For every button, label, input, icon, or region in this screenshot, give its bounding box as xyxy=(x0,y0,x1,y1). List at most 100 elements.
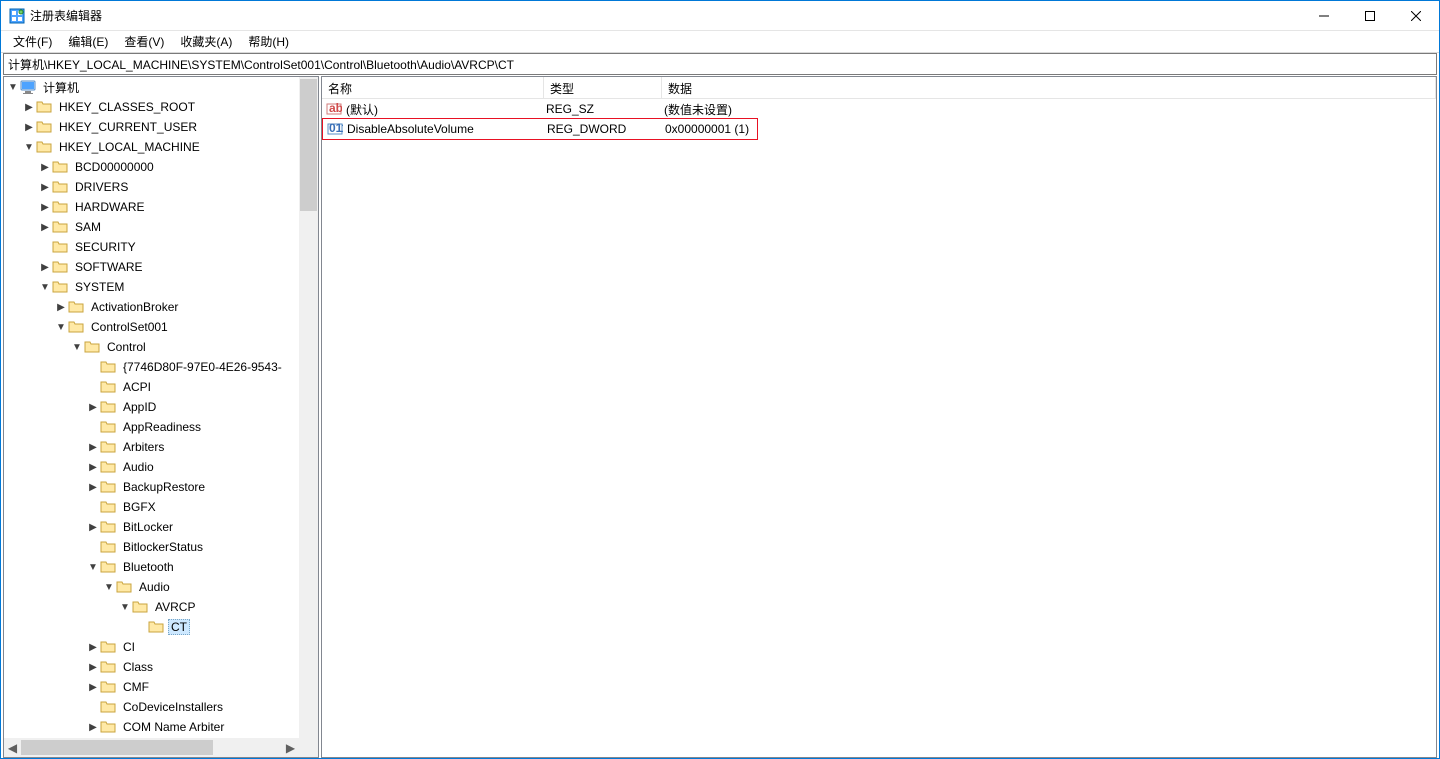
menu-view[interactable]: 查看(V) xyxy=(116,31,172,52)
tree-node[interactable]: ▶BitLocker xyxy=(4,517,299,537)
column-name[interactable]: 名称 xyxy=(322,77,544,98)
tree-node[interactable]: ▶CoDeviceInstallers xyxy=(4,697,299,717)
column-data[interactable]: 数据 xyxy=(662,77,1436,98)
svg-text:011: 011 xyxy=(329,121,343,135)
expand-icon[interactable]: ▶ xyxy=(86,522,100,533)
tree-node[interactable]: ▶SECURITY xyxy=(4,237,299,257)
tree-node[interactable]: ▶BCD00000000 xyxy=(4,157,299,177)
menu-file[interactable]: 文件(F) xyxy=(5,31,60,52)
tree-node-control[interactable]: ▼Control xyxy=(4,337,299,357)
scrollbar-corner xyxy=(299,738,318,757)
tree-node[interactable]: ▶ActivationBroker xyxy=(4,297,299,317)
expand-icon[interactable]: ▶ xyxy=(86,462,100,473)
tree-node[interactable]: ▶BitlockerStatus xyxy=(4,537,299,557)
expand-icon[interactable]: ▶ xyxy=(38,182,52,193)
tree-node[interactable]: ▶{7746D80F-97E0-4E26-9543- xyxy=(4,357,299,377)
scroll-left-button[interactable]: ◀ xyxy=(4,739,21,756)
tree-node-hklm[interactable]: ▼HKEY_LOCAL_MACHINE xyxy=(4,137,299,157)
expand-icon[interactable]: ▼ xyxy=(38,282,52,293)
expand-icon[interactable]: ▶ xyxy=(54,302,68,313)
expand-icon[interactable]: ▶ xyxy=(38,202,52,213)
tree-node[interactable]: ▶CI xyxy=(4,637,299,657)
expand-icon[interactable]: ▶ xyxy=(86,402,100,413)
folder-icon xyxy=(100,659,116,675)
tree-node-hkcr[interactable]: ▶HKEY_CLASSES_ROOT xyxy=(4,97,299,117)
minimize-button[interactable] xyxy=(1301,1,1347,30)
horizontal-scrollbar[interactable]: ◀ ▶ xyxy=(4,738,299,757)
expand-icon[interactable]: ▶ xyxy=(86,662,100,673)
folder-icon xyxy=(84,339,100,355)
expand-icon[interactable]: ▼ xyxy=(70,342,84,353)
tree-node-hkcu[interactable]: ▶HKEY_CURRENT_USER xyxy=(4,117,299,137)
title-bar: 注册表编辑器 xyxy=(1,1,1439,31)
column-type[interactable]: 类型 xyxy=(544,77,662,98)
string-value-icon: ab xyxy=(326,101,344,117)
tree-node[interactable]: ▶COM Name Arbiter xyxy=(4,717,299,737)
folder-icon xyxy=(52,239,68,255)
tree-node[interactable]: ▶Arbiters xyxy=(4,437,299,457)
tree-node-computer[interactable]: ▼ 计算机 xyxy=(4,77,299,97)
expand-icon[interactable]: ▼ xyxy=(86,562,100,573)
expand-icon[interactable]: ▶ xyxy=(86,442,100,453)
tree-node-bluetooth[interactable]: ▼Bluetooth xyxy=(4,557,299,577)
folder-icon xyxy=(100,519,116,535)
folder-icon xyxy=(100,359,116,375)
folder-icon xyxy=(100,499,116,515)
value-row-default[interactable]: ab (默认) REG_SZ (数值未设置) xyxy=(322,99,1436,119)
tree-node[interactable]: ▶SAM xyxy=(4,217,299,237)
tree-node-bt-audio[interactable]: ▼Audio xyxy=(4,577,299,597)
tree-node-system[interactable]: ▼SYSTEM xyxy=(4,277,299,297)
expand-icon[interactable]: ▼ xyxy=(118,602,132,613)
expand-icon[interactable]: ▶ xyxy=(22,102,36,113)
scrollbar-thumb[interactable] xyxy=(21,740,213,755)
expand-icon[interactable]: ▶ xyxy=(38,162,52,173)
scrollbar-thumb[interactable] xyxy=(300,79,317,211)
tree-node[interactable]: ▶BGFX xyxy=(4,497,299,517)
tree-view[interactable]: ▼ 计算机 ▶HKEY_CLASSES_ROOT ▶HKEY_CURRENT_U… xyxy=(4,77,318,757)
scroll-right-button[interactable]: ▶ xyxy=(282,739,299,756)
expand-icon[interactable]: ▼ xyxy=(54,322,68,333)
expand-icon[interactable]: ▼ xyxy=(22,142,36,153)
folder-icon xyxy=(36,119,52,135)
folder-icon xyxy=(100,459,116,475)
address-bar[interactable]: 计算机\HKEY_LOCAL_MACHINE\SYSTEM\ControlSet… xyxy=(3,53,1437,75)
tree-node[interactable]: ▶AppID xyxy=(4,397,299,417)
value-row-disableabsolutevolume[interactable]: 011 DisableAbsoluteVolume REG_DWORD 0x00… xyxy=(323,119,757,139)
menu-favorites[interactable]: 收藏夹(A) xyxy=(172,31,240,52)
tree-node[interactable]: ▶HARDWARE xyxy=(4,197,299,217)
expand-icon[interactable]: ▶ xyxy=(86,642,100,653)
expand-icon[interactable]: ▶ xyxy=(86,682,100,693)
expand-icon[interactable]: ▼ xyxy=(6,82,20,93)
tree-node-ct[interactable]: ▶CT xyxy=(4,617,299,637)
tree-node[interactable]: ▶BackupRestore xyxy=(4,477,299,497)
expand-icon[interactable]: ▶ xyxy=(38,262,52,273)
folder-icon xyxy=(52,179,68,195)
tree-node-avrcp[interactable]: ▼AVRCP xyxy=(4,597,299,617)
expand-icon[interactable]: ▶ xyxy=(86,722,100,733)
folder-icon xyxy=(68,299,84,315)
close-button[interactable] xyxy=(1393,1,1439,30)
tree-node[interactable]: ▶DRIVERS xyxy=(4,177,299,197)
vertical-scrollbar[interactable] xyxy=(299,77,318,738)
expand-icon[interactable]: ▶ xyxy=(86,482,100,493)
tree-node-cs001[interactable]: ▼ControlSet001 xyxy=(4,317,299,337)
folder-icon xyxy=(100,719,116,735)
regedit-icon xyxy=(9,8,25,24)
tree-node[interactable]: ▶Audio xyxy=(4,457,299,477)
tree-node[interactable]: ▶Class xyxy=(4,657,299,677)
menu-help[interactable]: 帮助(H) xyxy=(240,31,297,52)
expand-icon[interactable]: ▶ xyxy=(38,222,52,233)
folder-icon xyxy=(100,539,116,555)
tree-node[interactable]: ▶ACPI xyxy=(4,377,299,397)
column-headers: 名称 类型 数据 xyxy=(322,77,1436,99)
tree-node[interactable]: ▶CMF xyxy=(4,677,299,697)
folder-icon xyxy=(52,199,68,215)
maximize-button[interactable] xyxy=(1347,1,1393,30)
tree-node[interactable]: ▶AppReadiness xyxy=(4,417,299,437)
tree-pane: ▼ 计算机 ▶HKEY_CLASSES_ROOT ▶HKEY_CURRENT_U… xyxy=(3,76,319,758)
expand-icon[interactable]: ▼ xyxy=(102,582,116,593)
menu-edit[interactable]: 编辑(E) xyxy=(60,31,116,52)
tree-node[interactable]: ▶SOFTWARE xyxy=(4,257,299,277)
expand-icon[interactable]: ▶ xyxy=(22,122,36,133)
folder-icon xyxy=(36,139,52,155)
